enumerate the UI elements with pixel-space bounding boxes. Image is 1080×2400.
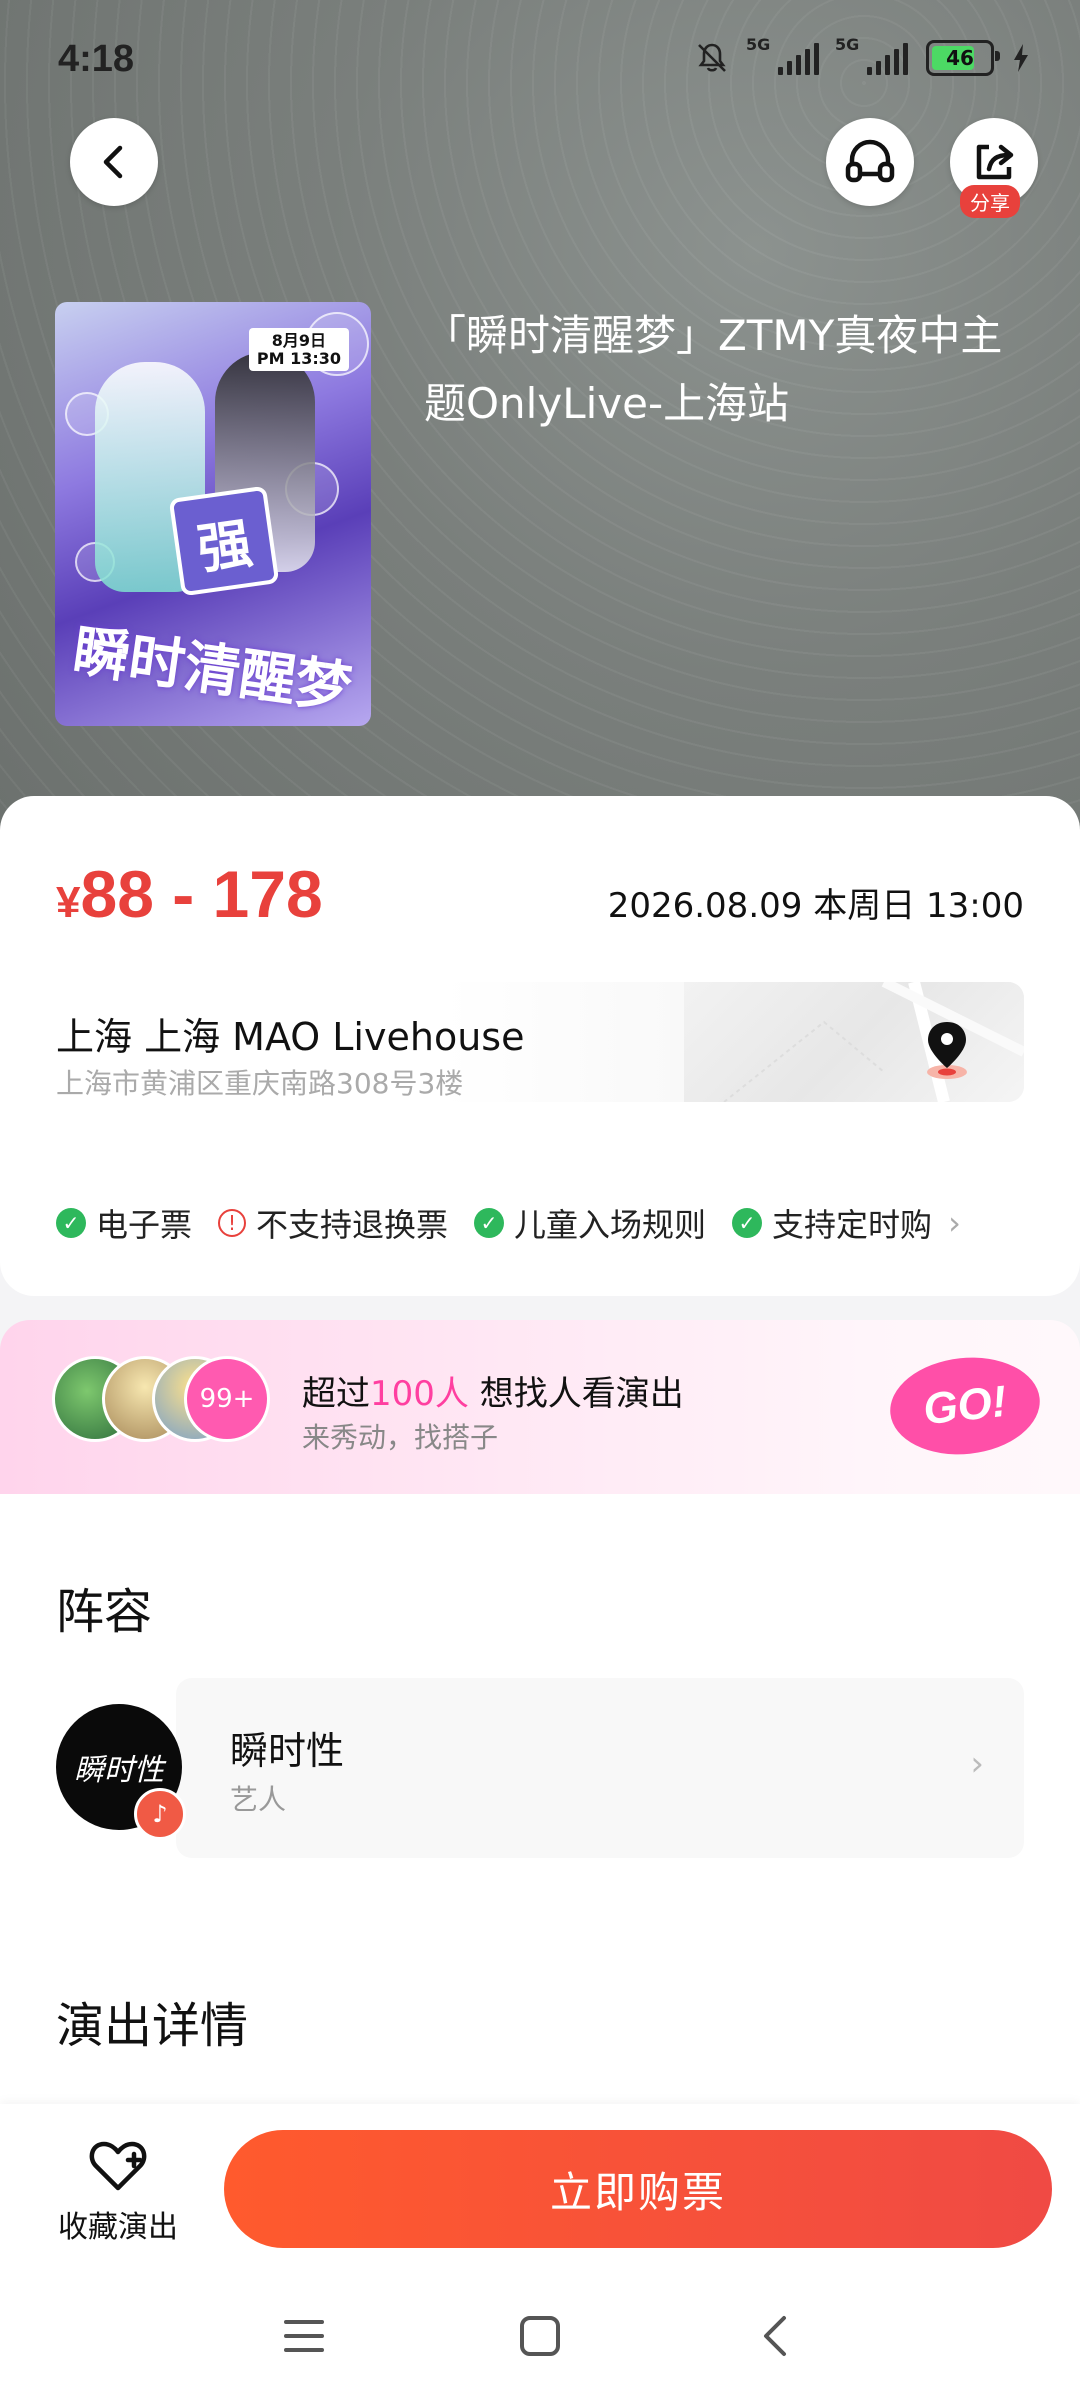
venue-map-preview	[684, 982, 1024, 1102]
tag-scheduled-purchase: ✓ 支持定时购	[732, 1200, 932, 1246]
favorite-label: 收藏演出	[58, 2210, 178, 2245]
find-buddy-banner[interactable]: 99+ 超过100人 想找人看演出 来秀动，找搭子 GO!	[0, 1320, 1080, 1494]
lineup-heading: 阵容	[56, 1584, 153, 1640]
favorite-button[interactable]: 收藏演出	[48, 2138, 188, 2246]
tag-label: 不支持退换票	[256, 1206, 449, 1244]
signal-label: 5G	[746, 35, 771, 54]
price-range: ¥88 - 178	[56, 856, 323, 932]
buy-ticket-button[interactable]: 立即购票	[224, 2130, 1052, 2248]
system-navigation-bar	[0, 2270, 1080, 2400]
artist-name: 瞬时性	[230, 1729, 345, 1773]
event-poster[interactable]: 8月9日 PM 13:30 强 瞬时清醒梦	[55, 302, 371, 726]
event-info-card: ¥88 - 178 2026.08.09 本周日 13:00 上海 上海 MAO…	[0, 796, 1080, 1296]
signal-label-2: 5G	[835, 35, 860, 54]
tag-label: 儿童入场规则	[514, 1206, 707, 1244]
poster-logo-text: 瞬时清醒梦	[69, 617, 356, 723]
buddy-headline-prefix: 超过	[302, 1374, 370, 1414]
artist-card[interactable]: 瞬时性 ♪ 瞬时性 艺人 ›	[56, 1678, 1024, 1858]
tag-no-refund: ! 不支持退换票	[218, 1200, 448, 1246]
status-time: 4:18	[58, 38, 135, 80]
venue-address: 上海市黄浦区重庆南路308号3楼	[56, 1067, 464, 1100]
bottom-action-bar: 收藏演出 立即购票	[0, 2104, 1080, 2270]
share-icon	[976, 144, 1014, 180]
home-icon[interactable]	[510, 2306, 570, 2366]
tag-label: 支持定时购	[772, 1206, 933, 1244]
back-nav-icon[interactable]	[746, 2306, 806, 2366]
status-icons: 5G 5G 46	[694, 35, 1030, 76]
poster-emblem: 强	[168, 485, 280, 597]
heart-plus-icon	[89, 2141, 147, 2191]
details-heading: 演出详情	[56, 1998, 249, 2054]
tag-children-rules: ✓ 儿童入场规则	[474, 1200, 706, 1246]
chevron-right-icon: ›	[948, 1204, 961, 1242]
venue-row[interactable]: 上海 上海 MAO Livehouse 上海市黄浦区重庆南路308号3楼	[56, 982, 1024, 1102]
buddy-headline-count: 100人	[370, 1374, 469, 1414]
mute-bell-icon	[698, 43, 726, 72]
event-hero: 4:18 5G 5G 46 分享 8月9日 PM 13:30 强 瞬时清醒梦 「…	[0, 0, 1080, 830]
headset-icon	[845, 139, 895, 183]
chevron-left-icon	[103, 145, 123, 179]
tag-label: 电子票	[96, 1206, 193, 1244]
check-icon: ✓	[474, 1208, 505, 1238]
buddy-headline-suffix: 想找人看演出	[468, 1374, 684, 1414]
share-badge: 分享	[960, 185, 1020, 218]
lineup-section: 阵容 瞬时性 ♪ 瞬时性 艺人 › 演出详情	[0, 1494, 1080, 2114]
signal-strength-icon: 5G	[746, 35, 819, 75]
charging-icon	[1014, 44, 1028, 72]
event-datetime: 2026.08.09 本周日 13:00	[607, 886, 1024, 926]
status-bar: 4:18 5G 5G 46	[0, 0, 1080, 110]
warning-icon: !	[218, 1209, 247, 1237]
check-icon: ✓	[56, 1208, 86, 1238]
battery-icon: 46	[926, 40, 1000, 76]
buddy-subtitle: 来秀动，找搭子	[302, 1421, 499, 1454]
back-button[interactable]	[70, 118, 158, 206]
artist-role: 艺人	[230, 1783, 287, 1816]
check-icon: ✓	[732, 1208, 763, 1238]
share-button[interactable]: 分享	[950, 118, 1038, 218]
venue-name: 上海 上海 MAO Livehouse	[56, 1015, 525, 1059]
customer-service-button[interactable]	[826, 118, 914, 206]
chevron-right-icon: ›	[970, 1744, 984, 1784]
buddy-headline: 超过100人 想找人看演出	[302, 1366, 684, 1415]
buddy-avatars: 99+	[52, 1356, 272, 1442]
ticket-policy-tags[interactable]: ✓ 电子票 ! 不支持退换票 ✓ 儿童入场规则 ✓ 支持定时购 ›	[56, 1200, 961, 1246]
price-value: 88 - 178	[80, 857, 323, 931]
buddy-count-badge: 99+	[184, 1356, 270, 1442]
poster-date-tag: 8月9日 PM 13:30	[248, 328, 349, 372]
tag-e-ticket: ✓ 电子票	[56, 1200, 192, 1246]
go-button[interactable]: GO!	[885, 1350, 1045, 1462]
price-symbol: ¥	[56, 878, 81, 927]
event-title: 「瞬时清醒梦」ZTMY真夜中主题OnlyLive-上海站	[424, 311, 1003, 428]
battery-level: 46	[946, 46, 974, 70]
map-pin-icon	[927, 1022, 967, 1079]
artist-verified-icon: ♪	[134, 1788, 186, 1840]
menu-icon[interactable]	[274, 2306, 334, 2366]
signal-strength-icon-2: 5G	[835, 35, 908, 75]
